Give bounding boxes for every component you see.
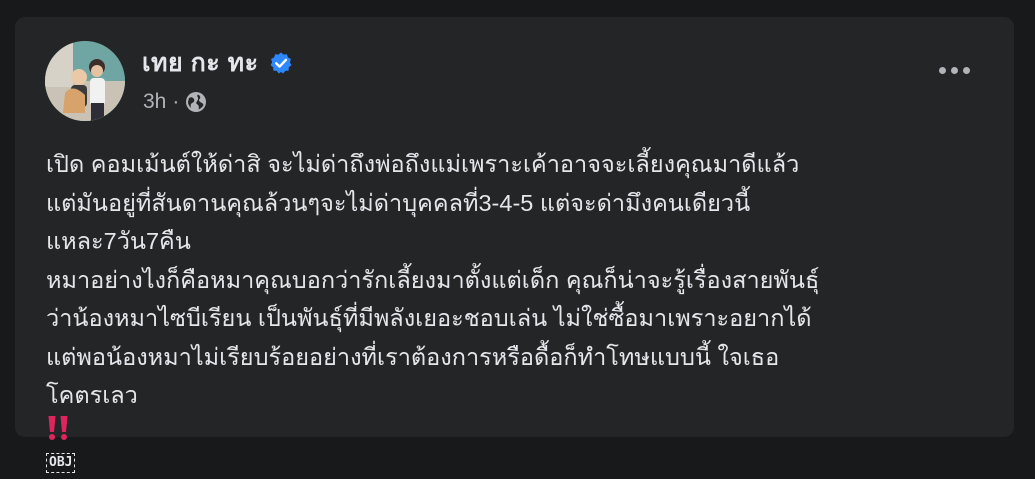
post-text-line: แต่พอน้องหมาไม่เรียบร้อยอย่างที่เราต้องก… [46,343,780,370]
author-name[interactable]: เทย กะ ทะ [142,43,259,83]
post-text-line: เปิด คอมเม้นต์ให้ด่าสิ จะไม่ด่าถึงพ่อถึง… [46,151,800,177]
meta-separator: · [172,90,180,113]
post-meta: 3h · [143,90,207,114]
post-text-last-line: โคตรเลว OBJ [46,376,996,479]
post-card: เทย กะ ทะ 3h · เปิด คอมเม้นต์ให้ด่าสิ จะ… [15,17,1014,473]
verified-badge-icon [269,51,293,75]
post-text-line: แหละ7วัน7คืน [46,228,191,254]
post-text-line: โคตรเลว [46,382,138,408]
post-text: เปิด คอมเม้นต์ให้ด่าสิ จะไม่ด่าถึงพ่อถึง… [46,145,996,479]
object-replacement-glyph: OBJ [46,452,76,473]
author-row: เทย กะ ทะ [142,43,293,83]
avatar[interactable] [45,41,125,121]
globe-icon[interactable] [185,91,207,113]
more-options-button[interactable] [939,67,970,74]
double-exclamation-icon [46,415,996,441]
post-text-line: แต่มันอยู่ที่สันดานคุณล้วนๆจะไม่ด่าบุคคล… [46,189,751,216]
more-options-dot [939,67,946,74]
post-text-line: หมาอย่างไงก็คือหมาคุณบอกว่ารักเลี้ยงมาตั… [46,266,820,293]
post-timestamp[interactable]: 3h [143,90,166,114]
more-options-dot [963,67,970,74]
more-options-dot [951,67,958,74]
post-text-line: ว่าน้องหมาไซบีเรียน เป็นพันธุ์ที่มีพลังเ… [46,305,812,331]
